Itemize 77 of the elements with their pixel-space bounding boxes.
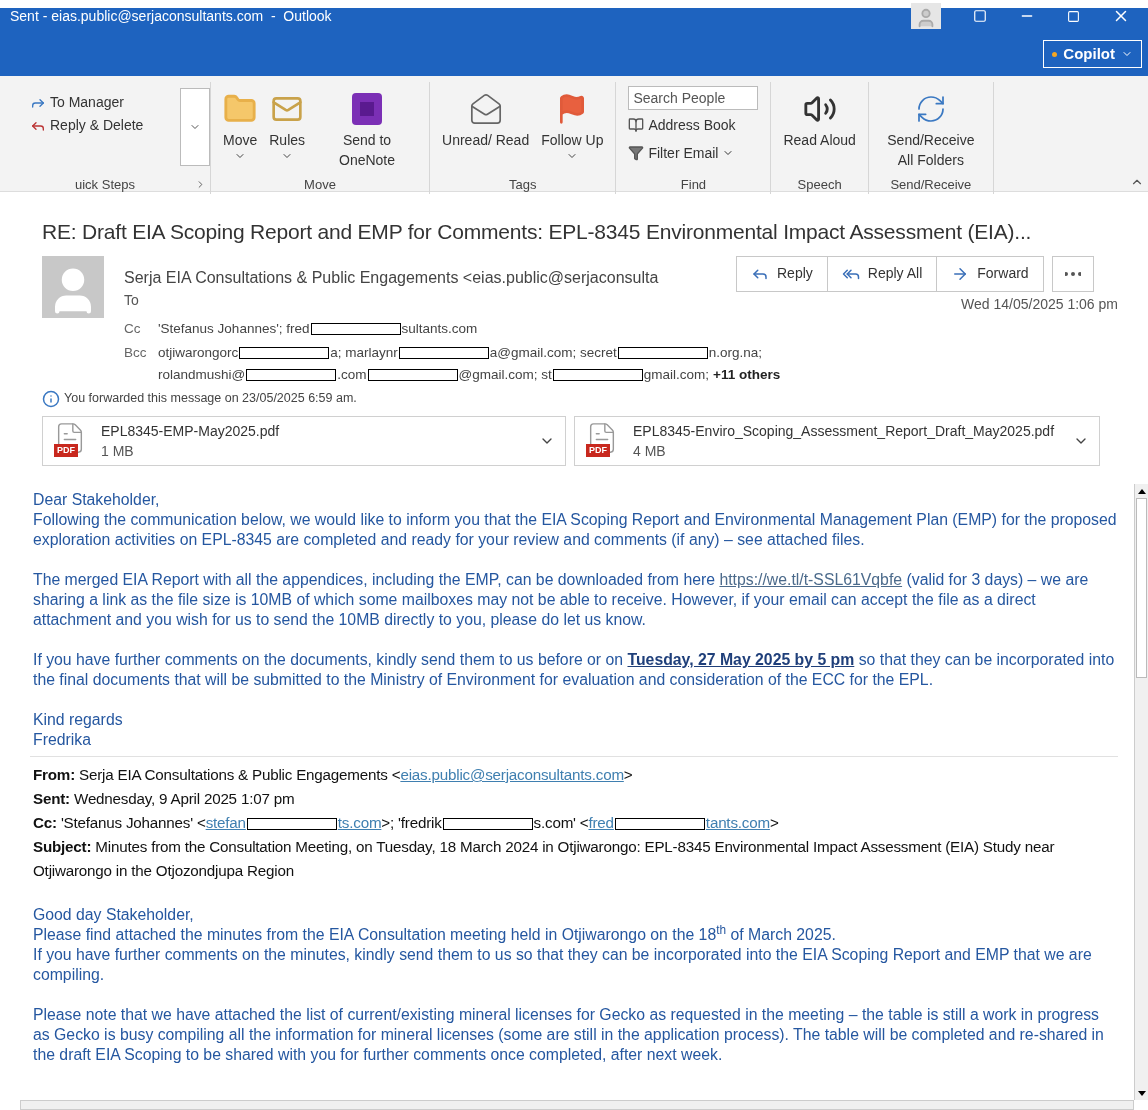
email-link[interactable]: eias.public@serjaconsultants.com	[400, 766, 624, 783]
to-label: To	[124, 290, 139, 310]
body-paragraph: Good day Stakeholder,	[33, 905, 195, 925]
search-people-field[interactable]: Search People	[628, 86, 759, 110]
body-paragraph: If you have further comments on the minutes, kindly send them to us so that they can be incorporated into the EIA Scoping Report and EMP that we are compiling.	[33, 945, 1093, 985]
pdf-badge: PDF	[586, 443, 610, 457]
window-title: Sent - eias.public@serjaconsultants.com - Outlook	[10, 6, 332, 26]
message-subject: RE: Draft EIA Scoping Report and EMP for Comments: EPL-8345 Environmental Impact Assessment (EIA)...	[41, 219, 1033, 245]
body-paragraph: Following the communication below, we would like to inform you that the EIA Scoping Report and Environmental Management Plan (EMP) for the proposed exploration activities on EPL-8345 are completed and ready for your review and comments (if any) – see attached files.	[33, 510, 1118, 550]
body-paragraph: Kind regards	[33, 710, 124, 730]
group-label: Speech	[797, 175, 842, 194]
ribbon-button[interactable]: Rules	[269, 88, 306, 162]
copilot-button[interactable]: Copilot	[1043, 40, 1142, 68]
address-book-icon	[628, 117, 645, 133]
scrollbar-thumb[interactable]	[1136, 498, 1147, 678]
attachment-name: EPL8345-Enviro_Scoping_Assessment_Report_Draft_May2025.pdf	[633, 422, 1056, 441]
recipient-text: @gmail.com; st	[458, 366, 552, 384]
forwarded-header-line: Sent: Wednesday, 9 April 2025 1:07 pm	[33, 789, 296, 809]
body-paragraph: The merged EIA Report with all the appendices, including the EMP, can be downloaded from here https://we.tl/t-SSL61Vqbfe (valid for 3 days) – we are sharing a link as the file size is 10MB of which some mailboxes may not be able to receive. However, if your email can accept the file as a direct attachment and you wish for us to send the 10MB directly to you, please do let us know.	[33, 570, 1090, 630]
envelope-icon	[468, 92, 503, 126]
avatar-icon	[911, 3, 941, 29]
recipient-text: n.org.na;	[708, 343, 763, 362]
group-label: Move	[304, 175, 336, 194]
attachment-size: 4 MB	[633, 442, 667, 461]
email-link[interactable]: tants.com	[705, 814, 770, 831]
forwarded-header-line: From: Serja EIA Consultations & Public Engagements <eias.public@serjaconsultants.com>	[33, 765, 634, 785]
body-paragraph: Dear Stakeholder,	[33, 490, 161, 510]
ribbon-button[interactable]: Send to OneNote	[317, 88, 418, 170]
info-icon	[42, 389, 60, 408]
recipient-label: Cc	[124, 319, 142, 338]
recipient-text: otjiwarongorc	[158, 343, 239, 362]
filter-icon	[628, 145, 645, 161]
attachment-card[interactable]: PDF EPL8345-EMP-May2025.pdf 1 MB	[42, 416, 566, 466]
sender-name: Serja EIA Consultations & Public Engagements <eias.public@serjaconsulta	[124, 267, 660, 288]
recipient-text: a@gmail.com; secret	[489, 343, 617, 362]
forward-notice: You forwarded this message on 23/05/2025 6:59 am.	[64, 390, 357, 408]
email-link[interactable]: https://we.tl/t-SSL61Vqbfe	[719, 571, 903, 588]
group-label: Tags	[509, 175, 537, 194]
ribbon-button[interactable]: Follow Up	[541, 88, 604, 162]
recipient-text: .com	[337, 366, 367, 384]
recipient-label: Bcc	[124, 343, 148, 362]
group-label: uick Steps	[75, 175, 135, 194]
email-link[interactable]: ts.com	[337, 814, 382, 831]
ribbon-button[interactable]: Unread/ Read	[442, 88, 530, 150]
attachment-card[interactable]: PDF EPL8345-Enviro_Scoping_Assessment_Report_Draft_May2025.pdf 4 MB	[574, 416, 1100, 466]
attachment-size: 1 MB	[101, 442, 135, 461]
ribbon-button[interactable]: Filter Email	[628, 140, 759, 166]
attachment-name: EPL8345-EMP-May2025.pdf	[101, 422, 281, 441]
restore-icon[interactable]	[1067, 9, 1080, 23]
ribbon-button[interactable]: Read Aloud	[783, 88, 856, 150]
recipient-text: +11 others	[713, 366, 781, 384]
recipient-text: gmail.com;	[643, 366, 709, 384]
forwarded-header-line: Cc: 'Stefanus Johannes' <stefan ts.com>; 'fredrik s.com' <fred tants.com>	[33, 813, 780, 833]
forwarded-header-line: Subject: Minutes from the Consultation Meeting, on Tuesday, 18 March 2024 in Otjiwarongo: EPL-8345 Environmental Impact Assessment (EIA) Study near Otjiwarongo in the Otjozondjupa Region	[33, 837, 1056, 881]
pdf-badge: PDF	[54, 443, 78, 457]
email-link[interactable]: stefan	[205, 814, 246, 831]
body-paragraph: Please note that we have attached the list of current/existing mineral licenses for Gecko as requested in the meeting – the table is still a work in progress as Gecko is busy compiling all the information for mineral licenses (some are still in the application process). The table will be completed and re-shared in the draft EIA Scoping to be shared with you for further comments once completed, after next week.	[33, 1005, 1105, 1065]
body-paragraph: Please find attached the minutes from the EIA Consultation meeting held in Otjiwarongo on the 18$^{th}$ of March 2025.	[33, 925, 837, 945]
body-paragraph: Fredrika	[33, 730, 92, 750]
sender-avatar	[42, 255, 104, 318]
recipient-text: sultants.com	[401, 319, 478, 338]
vertical-scrollbar[interactable]	[1134, 484, 1148, 1100]
recipient-text: rolandmushi@	[158, 366, 246, 384]
email-link[interactable]: fred	[588, 814, 614, 831]
recipient-text: a; marlaynr	[330, 343, 398, 362]
message-date: Wed 14/05/2025 1:06 pm	[961, 294, 1118, 314]
ribbon-button[interactable]: Send/Receive All Folders	[880, 88, 981, 170]
ribbon-button[interactable]: Address Book	[628, 112, 759, 138]
group-label: Send/Receive	[890, 175, 972, 194]
recipient-text: 'Stefanus Johannes'; fred	[158, 319, 310, 338]
quick-step-button[interactable]: Reply & Delete	[30, 115, 180, 136]
ribbon-button[interactable]: Move	[223, 88, 258, 162]
group-label: Find	[680, 175, 707, 194]
quick-step-button[interactable]: To Manager	[30, 92, 180, 113]
body-paragraph: If you have further comments on the documents, kindly send them to us before or on Tuesday, 27 May 2025 by 5 pm so that they can be incorporated into the final documents that will be submitted to the Ministry of Environment for evaluation and consideration of the ECC for the EPL.	[33, 650, 1116, 690]
horizontal-scrollbar[interactable]	[20, 1100, 1134, 1110]
more-icon	[1064, 270, 1081, 277]
